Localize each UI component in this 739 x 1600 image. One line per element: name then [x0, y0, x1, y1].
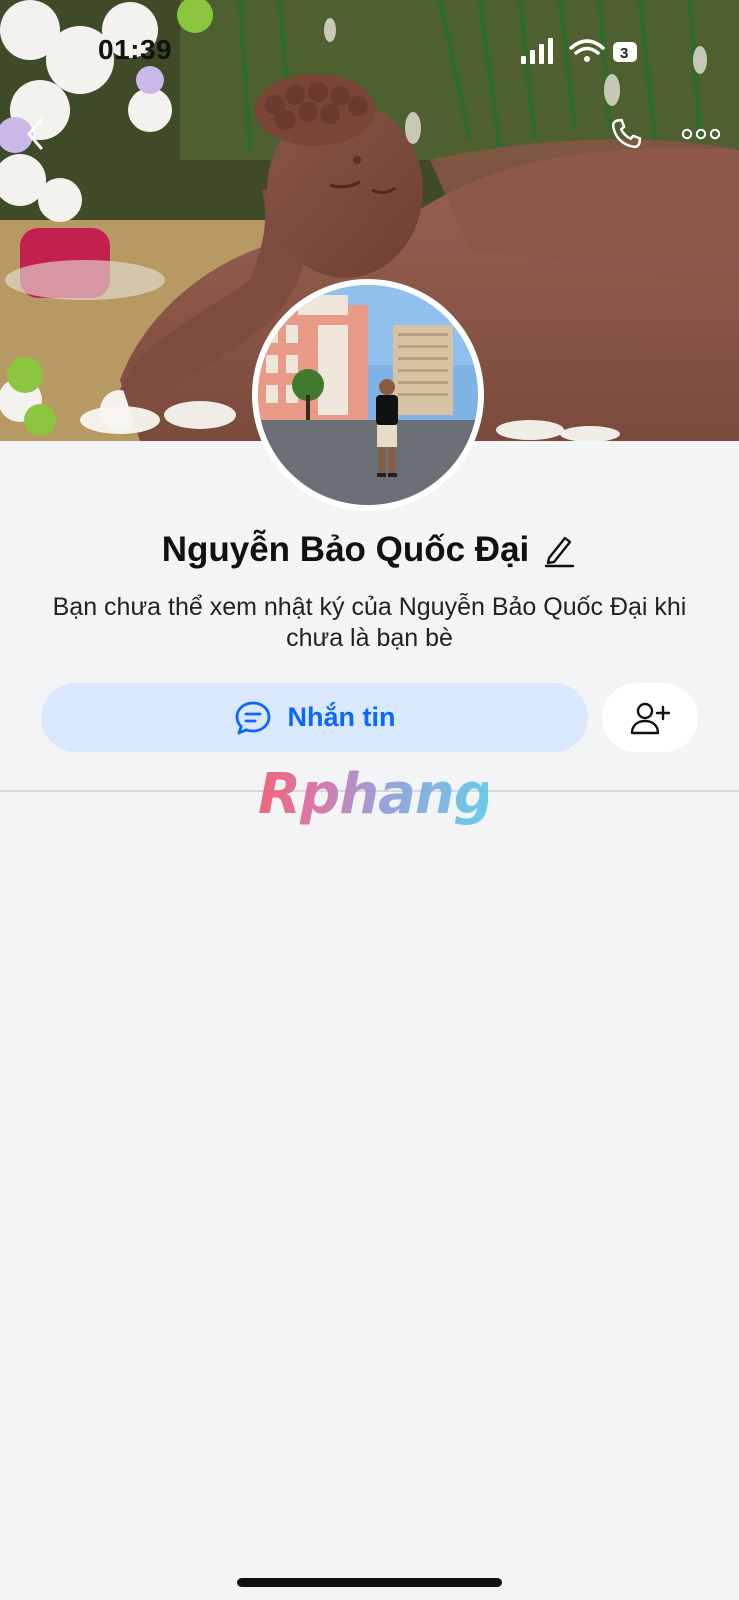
chat-bubble-icon: [235, 701, 270, 734]
chevron-left-icon: [27, 118, 43, 150]
call-button[interactable]: [604, 114, 648, 154]
wifi-icon: [569, 39, 605, 62]
profile-name: Nguyễn Bảo Quốc Đại: [161, 530, 530, 569]
add-friend-button[interactable]: [602, 683, 698, 752]
battery-icon: 3: [613, 42, 637, 62]
signal-icon: [521, 38, 553, 64]
status-time: 01:39: [98, 34, 173, 65]
more-options-button[interactable]: [678, 114, 724, 154]
status-bar: 01:39 3: [0, 0, 739, 100]
message-button[interactable]: Nhắn tin: [41, 683, 588, 752]
privacy-hint: Bạn chưa thể xem nhật ký của Nguyễn Bảo …: [52, 593, 687, 652]
home-indicator[interactable]: [237, 1578, 502, 1587]
pencil-icon: [545, 536, 575, 568]
add-friend-icon: [630, 702, 670, 734]
phone-icon: [611, 118, 642, 149]
more-dots-icon: [681, 128, 721, 140]
watermark-logo: Rphang: [258, 762, 494, 834]
svg-text:3: 3: [620, 45, 628, 62]
profile-name-row: Nguyễn Bảo Quốc Đại: [0, 524, 739, 576]
message-button-label: Nhắn tin: [287, 702, 396, 732]
avatar-photo: [258, 285, 478, 505]
back-button[interactable]: [18, 114, 52, 154]
profile-avatar[interactable]: [252, 279, 484, 511]
status-icons: 3: [521, 36, 641, 66]
edit-name-button[interactable]: [543, 531, 577, 569]
